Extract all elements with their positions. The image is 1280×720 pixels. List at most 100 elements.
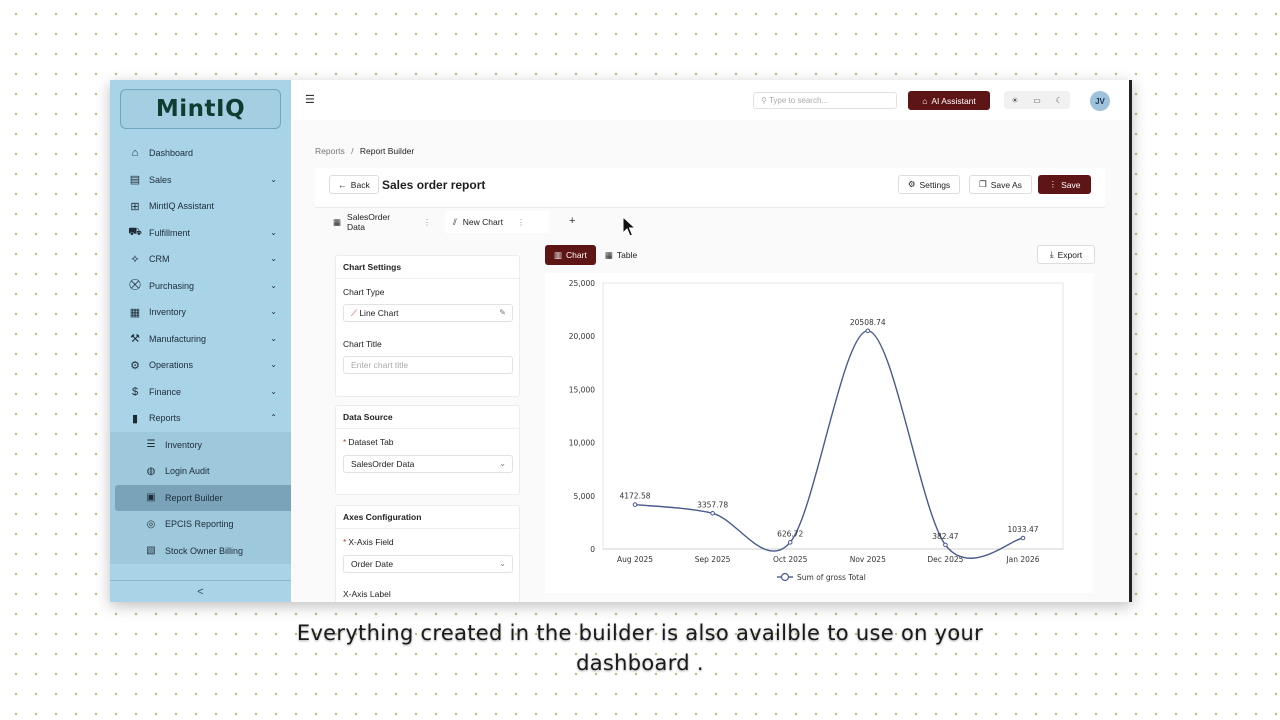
tab-salesorder-data[interactable]: ▦ SalesOrder Data ⋮: [325, 211, 439, 233]
monitor-icon[interactable]: ▭: [1033, 96, 1041, 105]
sidebar-item-sales[interactable]: ▤ Sales ⌄: [110, 167, 291, 194]
sidebar-item-dashboard[interactable]: ⌂ Dashboard: [110, 140, 291, 167]
line-chart-icon: ⟋: [351, 308, 357, 318]
sidebar-subitem-label: Inventory: [165, 439, 203, 450]
chart-view-label: Chart: [566, 250, 587, 260]
sidebar-subitem-label: Stock Owner Billing: [165, 545, 244, 556]
breadcrumb-separator: /: [351, 146, 354, 156]
sun-icon[interactable]: ☀: [1011, 96, 1018, 105]
settings-button[interactable]: ⚙ Settings: [898, 175, 960, 194]
sidebar-item-purchasing[interactable]: ⛒ Purchasing ⌄: [110, 273, 291, 300]
legend-label: Sum of gross Total: [797, 573, 866, 582]
sidebar-item-reports[interactable]: ▮ Reports ⌃: [110, 405, 291, 432]
back-button[interactable]: ← Back: [329, 175, 379, 194]
sidebar-item-label: CRM: [149, 254, 170, 265]
truck-icon: ⛟: [128, 225, 142, 238]
caption-line-1: Everything created in the builder is als…: [296, 621, 984, 645]
y-tick-label: 15,000: [569, 385, 595, 394]
home-icon: ⌂: [131, 147, 139, 160]
dataset-tab-select[interactable]: SalesOrder Data ⌄: [343, 455, 513, 473]
sidebar-nav: ⌂ Dashboard ▤ Sales ⌄ ⊞ MintIQ Assistant ⛟ Fulfi…: [110, 140, 291, 564]
sidebar-item-mintiq-assistant[interactable]: ⊞ MintIQ Assistant: [110, 193, 291, 220]
x-axis-field-label: * X-Axis Field: [343, 537, 394, 547]
export-button[interactable]: ⤓ Export: [1037, 245, 1095, 264]
y-tick-label: 5,000: [574, 492, 596, 501]
sidebar-collapse-button[interactable]: <: [110, 580, 291, 602]
database-icon: ◍: [146, 465, 156, 477]
arrow-left-icon: ←: [338, 179, 347, 190]
sidebar-item-label: Inventory: [149, 307, 187, 318]
page-title: Sales order report: [382, 178, 486, 192]
chevron-down-icon: ⌄: [270, 307, 277, 316]
chevron-down-icon: ⌄: [499, 559, 506, 568]
x-axis-field-select[interactable]: Order Date ⌄: [343, 555, 513, 573]
receipt-icon: ▤: [129, 174, 141, 187]
save-as-label: Save As: [990, 179, 1022, 190]
factory-icon: ⚒: [130, 333, 140, 346]
chevron-down-icon: ⌄: [270, 360, 277, 369]
tab-label: SalesOrder Data: [347, 212, 391, 232]
save-label: Save: [1061, 179, 1081, 190]
chart-title-input[interactable]: Enter chart title: [343, 356, 513, 374]
chevron-down-icon: ⌄: [270, 280, 277, 290]
data-point: [787, 540, 793, 545]
sidebar-subitem-stock-owner-billing[interactable]: ▧ Stock Owner Billing: [110, 538, 291, 565]
chart-type-field[interactable]: ⟋ Line Chart ✎: [343, 304, 513, 322]
sidebar-item-finance[interactable]: $ Finance ⌄: [110, 379, 291, 406]
save-button[interactable]: ⋮ Save: [1038, 175, 1091, 194]
data-point: [865, 328, 871, 334]
y-tick-label: 25,000: [569, 279, 595, 288]
sidebar-subitem-login-audit[interactable]: ◍ Login Audit: [110, 458, 291, 485]
bar-chart-icon: ▮: [131, 412, 139, 425]
table-view-label: Table: [616, 250, 638, 260]
ai-assistant-button[interactable]: ⌂ AI Assistant: [908, 91, 990, 110]
search-input[interactable]: ⚲ Type to search...: [753, 92, 897, 109]
x-axis-label-label: X-Axis Label: [343, 589, 391, 599]
back-label: Back: [350, 179, 370, 190]
avatar[interactable]: JV: [1090, 91, 1110, 111]
tab-new-chart[interactable]: ⫽ New Chart ⋮: [445, 211, 549, 233]
dataset-tab-value: SalesOrder Data: [351, 459, 415, 469]
sidebar-subitem-label: Login Audit: [165, 466, 210, 477]
breadcrumb-parent[interactable]: Reports: [315, 146, 345, 156]
sidebar-item-operations[interactable]: ⚙ Operations ⌄: [110, 352, 291, 379]
data-label: 382.47: [932, 532, 958, 541]
chevron-down-icon: ⌄: [270, 254, 277, 263]
breadcrumb-current: Report Builder: [359, 146, 415, 156]
dollar-icon: $: [131, 385, 139, 398]
chart-view-button[interactable]: ▥ Chart: [545, 245, 596, 265]
sidebar-item-inventory[interactable]: ▦ Inventory ⌄: [110, 299, 291, 326]
main-content: ☰ ⚲ Type to search... ⌂ AI Assistant ☀ ▭…: [291, 80, 1129, 602]
chart-type-value: Line Chart: [359, 308, 399, 318]
sidebar-item-label: Operations: [149, 360, 194, 371]
tab-menu-icon[interactable]: ⋮: [423, 218, 431, 227]
video-caption: Everything created in the builder is als…: [0, 618, 1280, 678]
tab-menu-icon[interactable]: ⋮: [517, 218, 525, 227]
x-tick-label: Oct 2025: [773, 555, 808, 564]
line-chart: 0 5,000 10,000 15,000 20,000 25,000 Aug 2025 Se…: [569, 279, 1064, 582]
chevron-up-icon: ⌃: [270, 413, 277, 422]
chevron-down-icon: ⌄: [499, 459, 506, 468]
sidebar-item-manufacturing[interactable]: ⚒ Manufacturing ⌄: [110, 326, 291, 353]
sidebar-item-fulfillment[interactable]: ⛟ Fulfillment ⌄: [110, 220, 291, 247]
y-tick-label: 0: [590, 545, 595, 554]
sidebar-item-crm[interactable]: ⟡ CRM ⌄: [110, 246, 291, 273]
moon-icon[interactable]: ☾: [1055, 96, 1062, 105]
hamburger-menu-icon[interactable]: ☰: [305, 93, 315, 106]
data-source-panel: Data Source * Dataset Tab SalesOrder Data…: [335, 405, 520, 495]
data-label: 626.72: [777, 529, 803, 538]
reports-submenu: ☰ Inventory ◍ Login Audit ▣ Report Builder ◎ EP…: [110, 431, 291, 565]
edit-icon[interactable]: ✎: [499, 305, 506, 321]
sidebar-subitem-label: Report Builder: [165, 492, 223, 503]
theme-mode-group: ☀ ▭ ☾: [1004, 91, 1070, 109]
sidebar-subitem-inventory[interactable]: ☰ Inventory: [110, 432, 291, 459]
sidebar-subitem-epcis-reporting[interactable]: ◎ EPCIS Reporting: [110, 511, 291, 538]
save-as-button[interactable]: ❐ Save As: [969, 175, 1032, 194]
sidebar-item-label: MintIQ Assistant: [149, 201, 215, 212]
table-view-button[interactable]: ▦ Table: [596, 245, 646, 265]
sidebar-subitem-report-builder[interactable]: ▣ Report Builder: [115, 484, 291, 511]
add-tab-button[interactable]: +: [569, 215, 575, 227]
wrench-icon: ⚙: [130, 359, 140, 372]
series-line: [634, 330, 1024, 559]
sidebar-subitem-label: EPCIS Reporting: [165, 519, 234, 530]
